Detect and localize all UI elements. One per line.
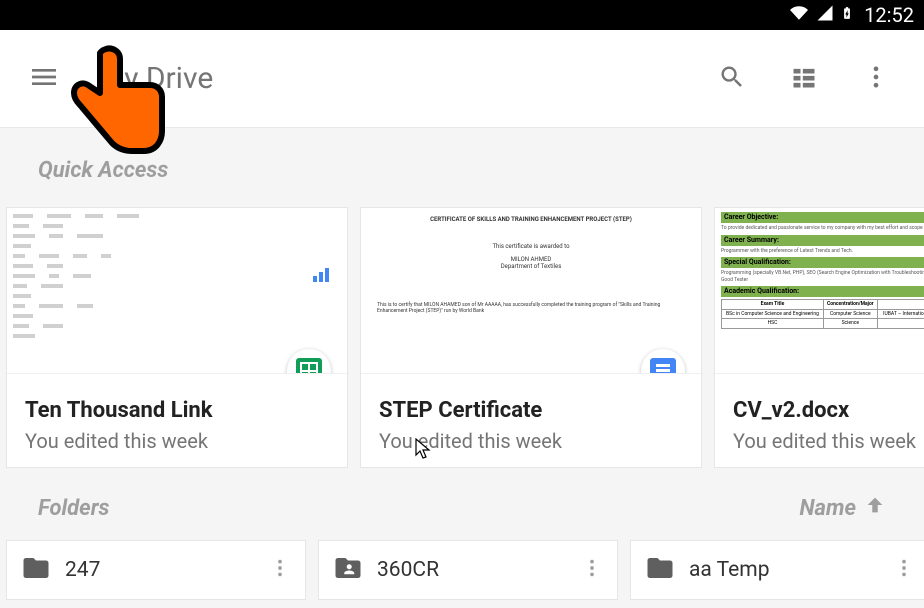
- folder-card[interactable]: 247: [6, 540, 306, 600]
- folder-icon: [21, 553, 51, 587]
- file-title: CV_v2.docx: [733, 398, 924, 423]
- wifi-icon: [788, 4, 810, 26]
- overflow-menu-button[interactable]: [856, 57, 896, 101]
- sort-button[interactable]: Name: [800, 494, 887, 522]
- folder-card[interactable]: aa Temp: [630, 540, 924, 600]
- view-toggle-button[interactable]: [784, 57, 824, 101]
- app-bar: My Drive: [0, 30, 924, 128]
- file-subtitle: You edited this week: [379, 429, 683, 453]
- quick-card[interactable]: Ten Thousand Link You edited this week: [6, 207, 348, 468]
- file-thumbnail: CERTIFICATE OF SKILLS AND TRAINING ENHAN…: [361, 208, 701, 374]
- status-bar: 12:52: [0, 0, 924, 30]
- battery-charging-icon: [840, 3, 854, 27]
- folders-label: Folders: [38, 496, 110, 521]
- quick-card[interactable]: Career Objective: To provide dedicated a…: [714, 207, 924, 468]
- file-thumbnail: Career Objective: To provide dedicated a…: [715, 208, 924, 374]
- file-thumbnail: [7, 208, 347, 374]
- folder-overflow-button[interactable]: [265, 553, 295, 587]
- file-subtitle: You edited this week: [25, 429, 329, 453]
- status-clock: 12:52: [864, 3, 914, 27]
- cell-signal-icon: [816, 4, 834, 26]
- quick-access-label: Quick Access: [0, 128, 924, 207]
- search-button[interactable]: [712, 57, 752, 101]
- folders-header: Folders Name: [0, 468, 924, 540]
- folder-row: 247 360CR aa Temp: [0, 540, 924, 600]
- arrow-up-icon: [864, 494, 886, 522]
- sort-label: Name: [800, 496, 857, 521]
- quick-access-row: Ten Thousand Link You edited this week C…: [0, 207, 924, 468]
- folder-name: 247: [65, 558, 251, 582]
- quick-card[interactable]: CERTIFICATE OF SKILLS AND TRAINING ENHAN…: [360, 207, 702, 468]
- folder-icon: [645, 553, 675, 587]
- folder-name: aa Temp: [689, 558, 875, 582]
- shared-folder-icon: [333, 553, 363, 587]
- file-title: Ten Thousand Link: [25, 398, 329, 423]
- folder-overflow-button[interactable]: [889, 553, 919, 587]
- file-subtitle: You edited this week: [733, 429, 924, 453]
- page-title: My Drive: [98, 61, 213, 96]
- file-title: STEP Certificate: [379, 398, 683, 423]
- folder-name: 360CR: [377, 558, 563, 582]
- menu-button[interactable]: [20, 53, 68, 105]
- folder-card[interactable]: 360CR: [318, 540, 618, 600]
- chart-icon: [311, 264, 337, 284]
- folder-overflow-button[interactable]: [577, 553, 607, 587]
